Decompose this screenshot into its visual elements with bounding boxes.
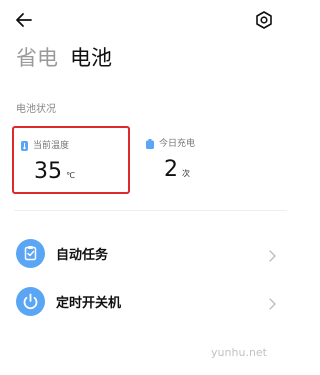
chevron-right-icon [267,247,277,262]
temperature-card: 当前温度 35 ℃ [12,126,130,194]
gear-icon[interactable] [255,11,273,29]
power-icon [16,286,45,316]
battery-icon [146,134,154,153]
top-bar [0,0,301,40]
auto-tasks-label: 自动任务 [56,247,109,263]
thermometer-icon [21,136,28,155]
tab-battery[interactable]: 电池 [70,44,112,72]
scheduled-power-label: 定时开关机 [56,295,122,311]
temperature-label: 当前温度 [33,140,70,151]
divider [14,210,287,211]
tab-power-saving[interactable]: 省电 [16,44,58,72]
list-item-scheduled-power[interactable]: 定时开关机 [0,276,301,326]
temperature-unit: ℃ [66,171,75,180]
charges-today-card: 今日充电 2 次 [146,126,264,194]
list-item-auto-tasks[interactable]: 自动任务 [0,228,301,278]
mode-tabs: 省电 电池 [16,44,112,72]
battery-status-heading: 电池状况 [16,104,56,115]
temperature-value: 35 [34,159,62,184]
charges-today-label: 今日充电 [159,138,196,149]
back-arrow-icon[interactable] [14,10,34,30]
charges-today-value: 2 [164,157,178,182]
chevron-right-icon [267,295,277,310]
charges-today-unit: 次 [182,169,190,178]
clipboard-icon [16,238,45,268]
watermark: yunhu.net [211,346,267,359]
